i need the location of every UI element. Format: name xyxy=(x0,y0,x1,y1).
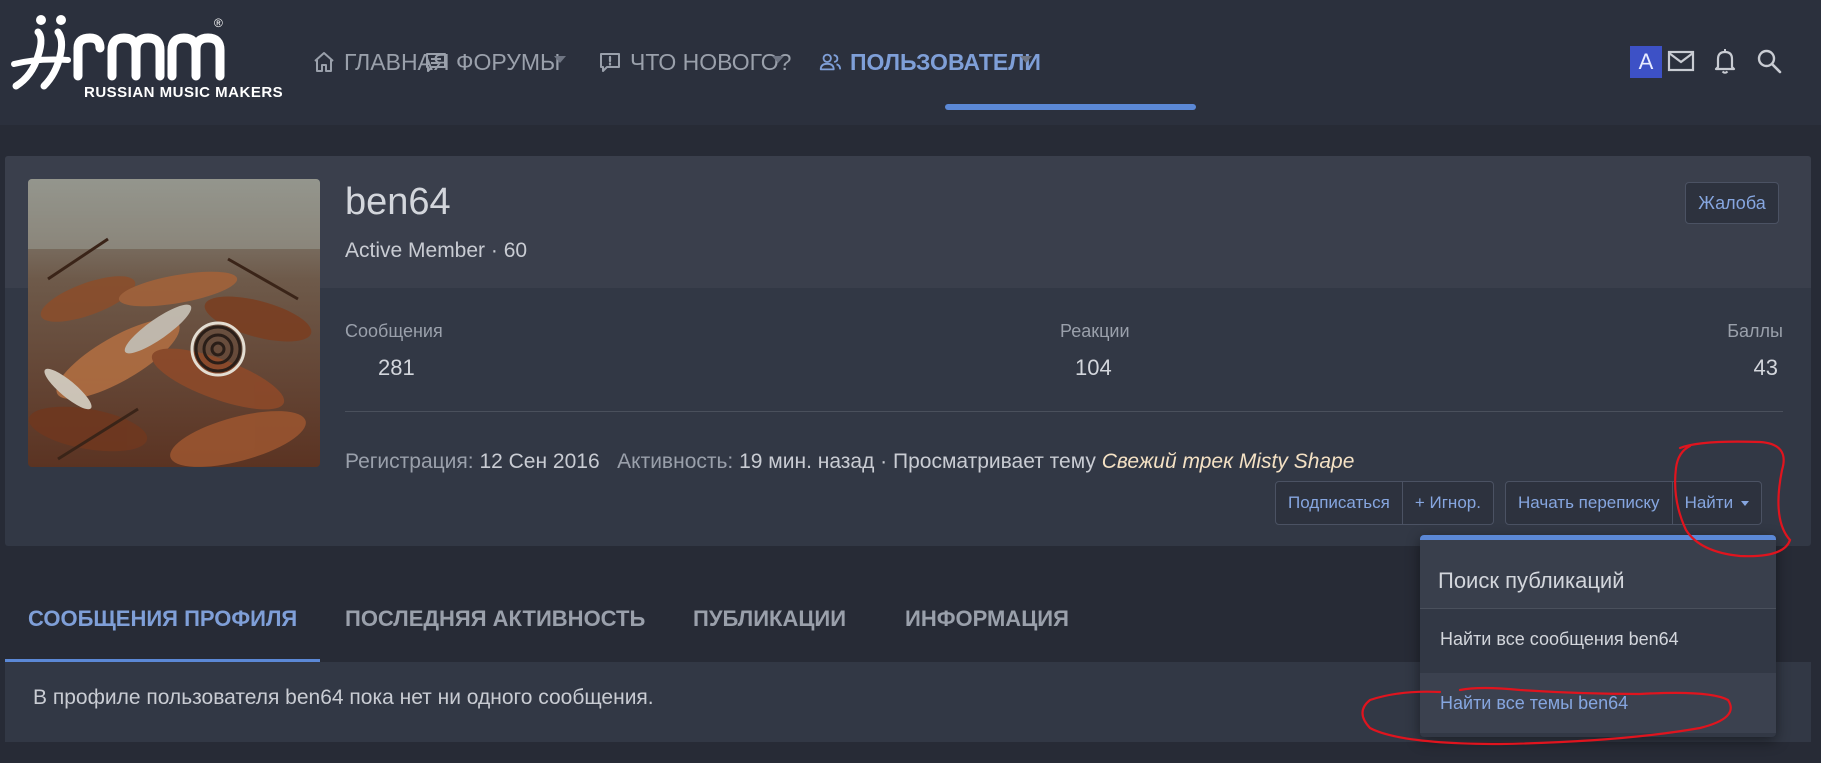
menu-header: Поиск публикаций xyxy=(1420,540,1776,609)
nav-active-indicator xyxy=(945,104,1196,110)
chevron-down-icon xyxy=(1741,500,1750,506)
home-icon xyxy=(312,50,336,74)
registration-date: 12 Сен 2016 xyxy=(479,450,600,473)
stat-reactions-label: Реакции xyxy=(1060,321,1130,341)
users-icon xyxy=(818,50,842,74)
forum-icon xyxy=(424,50,448,74)
whats-new-icon xyxy=(598,50,622,74)
member-user-title: Active Member · 60 xyxy=(345,239,528,262)
ignore-button[interactable]: + Игнор. xyxy=(1401,482,1493,524)
mail-icon[interactable] xyxy=(1664,44,1698,78)
nav-members[interactable]: ПОЛЬЗОВАТЕЛИ xyxy=(818,40,1041,84)
menu-header-title: Поиск публикаций xyxy=(1438,568,1625,593)
nav-whats-new-dropdown-caret[interactable] xyxy=(772,56,784,63)
member-username: ben64 xyxy=(345,181,451,223)
find-button[interactable]: Найти xyxy=(1671,482,1762,524)
find-button-label: Найти xyxy=(1684,493,1734,512)
nav-forums-dropdown-caret[interactable] xyxy=(554,56,566,63)
find-dropdown-menu: Поиск публикаций Найти все сообщения ben… xyxy=(1420,535,1776,737)
site-header: ® RUSSIAN MUSIC MAKERS ГЛАВНАЯ ФОРУМЫ ЧТ… xyxy=(0,0,1821,125)
nav-forums[interactable]: ФОРУМЫ xyxy=(424,40,560,84)
conversation-find-button-group: Начать переписку Найти xyxy=(1505,481,1763,525)
activity-label: Активность: xyxy=(617,450,734,473)
stats-divider xyxy=(345,411,1783,412)
tab-postings[interactable]: ПУБЛИКАЦИИ xyxy=(693,606,846,632)
site-logo[interactable]: ® RUSSIAN MUSIC MAKERS xyxy=(8,8,283,108)
menu-item-find-all-posts[interactable]: Найти все сообщения ben64 xyxy=(1420,609,1776,669)
registration-label: Регистрация: xyxy=(345,450,474,473)
member-profile-card: ben64 Active Member · 60 Жалоба Сообщени… xyxy=(5,156,1811,546)
stat-points-label: Баллы xyxy=(1727,321,1783,341)
nav-members-label: ПОЛЬЗОВАТЕЛИ xyxy=(850,48,1041,75)
bell-icon[interactable] xyxy=(1708,44,1742,78)
nav-members-dropdown-caret[interactable] xyxy=(1020,56,1032,63)
search-icon[interactable] xyxy=(1752,44,1786,78)
logo-text: RUSSIAN MUSIC MAKERS xyxy=(84,84,284,101)
start-conversation-button[interactable]: Начать переписку xyxy=(1506,482,1672,524)
empty-profile-posts-message: В профиле пользователя ben64 пока нет ни… xyxy=(33,686,654,709)
logo-registered-mark: ® xyxy=(214,16,223,30)
stat-points-value[interactable]: 43 xyxy=(1754,355,1778,381)
follow-button[interactable]: Подписаться xyxy=(1276,482,1402,524)
follow-ignore-button-group: Подписаться + Игнор. xyxy=(1275,481,1494,525)
tab-latest-activity[interactable]: ПОСЛЕДНЯЯ АКТИВНОСТЬ xyxy=(345,606,645,632)
account-avatar[interactable]: A xyxy=(1630,46,1662,78)
member-avatar[interactable] xyxy=(28,179,320,467)
activity-value: 19 мин. назад · Просматривает тему xyxy=(739,450,1096,473)
report-button[interactable]: Жалоба xyxy=(1685,182,1779,224)
menu-item-find-all-threads[interactable]: Найти все темы ben64 xyxy=(1420,673,1776,733)
nav-whats-new[interactable]: ЧТО НОВОГО? xyxy=(598,40,791,84)
stat-messages-label: Сообщения xyxy=(345,321,443,341)
tab-information[interactable]: ИНФОРМАЦИЯ xyxy=(905,606,1069,632)
nav-whats-new-label: ЧТО НОВОГО? xyxy=(630,48,792,75)
stat-messages-value[interactable]: 281 xyxy=(378,355,415,381)
nav-forums-label: ФОРУМЫ xyxy=(456,48,561,75)
activity-thread-link[interactable]: Свежий трек Misty Shape xyxy=(1102,450,1355,473)
member-dates-line: Регистрация: 12 Сен 2016 Активность: 19 … xyxy=(345,450,1354,474)
tab-profile-posts[interactable]: СООБЩЕНИЯ ПРОФИЛЯ xyxy=(28,606,297,632)
stat-reactions-value[interactable]: 104 xyxy=(1075,355,1112,381)
